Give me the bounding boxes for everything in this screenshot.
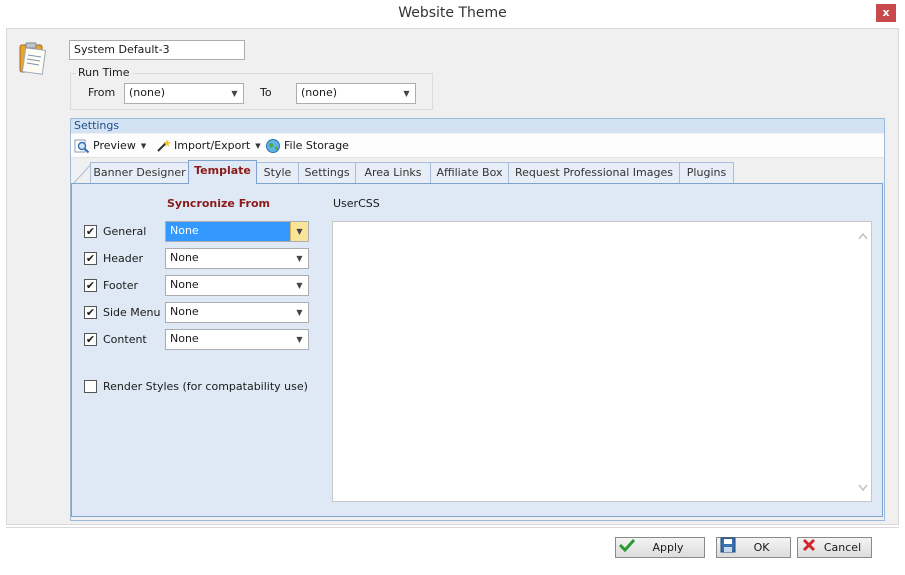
window-title: Website Theme [398, 5, 507, 21]
chevron-down-icon: ▼ [296, 281, 303, 290]
footer-sync-value: None [170, 278, 199, 291]
cancel-label: Cancel [823, 541, 862, 554]
chevron-down-icon: ▼ [140, 142, 147, 150]
syncronize-from-heading: Syncronize From [167, 197, 270, 210]
apply-button[interactable]: Apply [615, 537, 705, 558]
side-menu-label: Side Menu [103, 306, 161, 319]
tab-plugins[interactable]: Plugins [679, 162, 734, 183]
header-label: Header [103, 252, 144, 265]
header-sync-value: None [170, 251, 199, 264]
header-sync-select[interactable]: None ▼ [165, 248, 309, 269]
general-label: General [103, 225, 147, 238]
ok-label: OK [753, 541, 770, 554]
preview-magnifier-icon [74, 139, 90, 154]
ok-button[interactable]: OK [716, 537, 791, 558]
usercss-label: UserCSS [333, 197, 380, 210]
cancel-x-icon [802, 538, 816, 551]
file-storage-label: File Storage [284, 139, 349, 152]
settings-header: Settings [71, 119, 884, 133]
to-select[interactable]: (none) ▼ [296, 83, 416, 104]
chevron-down-icon: ▼ [403, 89, 410, 98]
chevron-down-icon: ▼ [296, 335, 303, 344]
general-sync-value: None [170, 224, 199, 237]
side-menu-sync-value: None [170, 305, 199, 318]
run-time-legend: Run Time [76, 66, 132, 79]
to-label: To [260, 86, 272, 99]
general-checkbox[interactable]: ✔ [84, 225, 97, 238]
chevron-down-icon: ▼ [296, 308, 303, 317]
render-styles-checkbox[interactable] [84, 380, 97, 393]
chevron-down-icon: ▼ [231, 89, 238, 98]
checkmark-icon: ✔ [85, 279, 96, 292]
from-select-value: (none) [129, 86, 166, 99]
render-styles-label: Render Styles (for compatability use) [103, 380, 308, 393]
checkmark-icon: ✔ [85, 252, 96, 265]
save-disk-icon [720, 537, 736, 552]
footer-checkbox[interactable]: ✔ [84, 279, 97, 292]
header-checkbox[interactable]: ✔ [84, 252, 97, 265]
preview-button[interactable]: Preview ▼ [74, 137, 146, 155]
usercss-scrollbar[interactable] [855, 222, 871, 501]
chevron-down-icon: ▼ [255, 142, 261, 150]
import-export-label: Import/Export [174, 139, 251, 152]
from-label: From [88, 86, 116, 99]
to-select-value: (none) [301, 86, 338, 99]
checkmark-icon [618, 538, 636, 552]
from-select[interactable]: (none) ▼ [124, 83, 244, 104]
cancel-button[interactable]: Cancel [797, 537, 872, 558]
tab-settings[interactable]: Settings [298, 162, 356, 183]
apply-label: Apply [652, 541, 684, 554]
checkmark-icon: ✔ [85, 225, 96, 238]
tab-request-professional-images[interactable]: Request Professional Images [508, 162, 680, 183]
import-export-button[interactable]: Import/Export ▼ [155, 137, 261, 155]
file-storage-button[interactable]: File Storage [265, 137, 349, 155]
side-menu-sync-select[interactable]: None ▼ [165, 302, 309, 323]
chevron-down-icon: ▼ [296, 254, 303, 263]
tab-style[interactable]: Style [256, 162, 299, 183]
content-checkbox[interactable]: ✔ [84, 333, 97, 346]
close-button[interactable]: x [876, 4, 896, 22]
general-sync-select[interactable]: None ▼ [165, 221, 309, 242]
footer-label: Footer [103, 279, 138, 292]
tab-banner-designer[interactable]: Banner Designer [90, 162, 189, 183]
usercss-textarea[interactable] [332, 221, 872, 502]
footer-sync-select[interactable]: None ▼ [165, 275, 309, 296]
wand-icon [157, 139, 171, 152]
tab-affiliate-box[interactable]: Affiliate Box [430, 162, 509, 183]
globe-icon [266, 139, 280, 153]
theme-name-input[interactable]: System Default-3 [69, 40, 245, 60]
content-sync-select[interactable]: None ▼ [165, 329, 309, 350]
checkmark-icon: ✔ [85, 306, 96, 319]
chevron-down-icon: ▼ [290, 222, 308, 241]
tab-area-links[interactable]: Area Links [355, 162, 431, 183]
clipboard-icon [19, 42, 47, 75]
side-menu-checkbox[interactable]: ✔ [84, 306, 97, 319]
tab-template[interactable]: Template [188, 160, 257, 184]
preview-label: Preview [93, 139, 136, 152]
content-label: Content [103, 333, 147, 346]
content-sync-value: None [170, 332, 199, 345]
checkmark-icon: ✔ [85, 333, 96, 346]
